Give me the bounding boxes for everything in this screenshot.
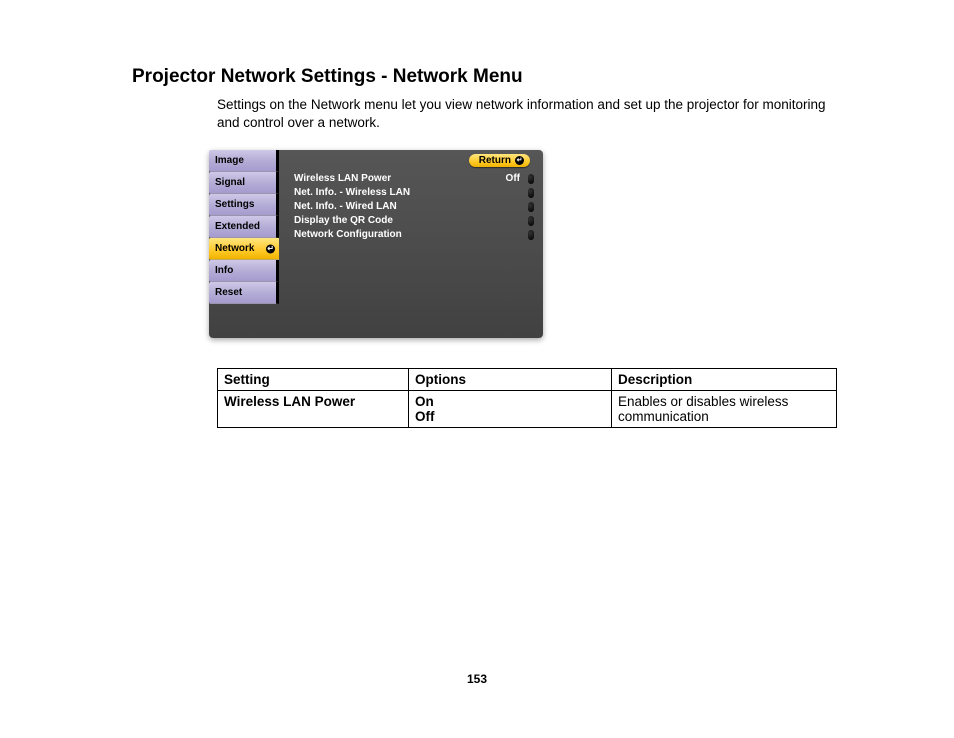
osd-tab-network[interactable]: Network xyxy=(209,238,279,260)
osd-panel: Return ↵ Wireless LAN Power Off Net. Inf… xyxy=(294,164,530,242)
osd-item-netinfo-wireless[interactable]: Net. Info. - Wireless LAN xyxy=(294,186,530,200)
page-number: 153 xyxy=(0,672,954,686)
osd-item-label: Display the QR Code xyxy=(294,214,393,228)
osd-item-label: Net. Info. - Wired LAN xyxy=(294,200,397,214)
osd-tab-extended[interactable]: Extended xyxy=(209,216,279,238)
th-description: Description xyxy=(612,369,837,391)
enter-icon: ↵ xyxy=(515,156,524,165)
settings-table: Setting Options Description Wireless LAN… xyxy=(217,368,837,428)
osd-item-netinfo-wired[interactable]: Net. Info. - Wired LAN xyxy=(294,200,530,214)
osd-item-label: Network Configuration xyxy=(294,228,402,242)
cell-options: On Off xyxy=(409,391,612,428)
osd-item-qr-code[interactable]: Display the QR Code xyxy=(294,214,530,228)
osd-item-value: Off xyxy=(506,172,520,186)
osd-tab-reset[interactable]: Reset xyxy=(209,282,279,304)
option-on: On xyxy=(415,394,605,409)
osd-item-label: Net. Info. - Wireless LAN xyxy=(294,186,410,200)
cell-description: Enables or disables wireless communicati… xyxy=(612,391,837,428)
osd-return-button[interactable]: Return ↵ xyxy=(469,154,530,167)
osd-item-network-config[interactable]: Network Configuration xyxy=(294,228,530,242)
intro-paragraph: Settings on the Network menu let you vie… xyxy=(217,96,837,132)
osd-tab-settings[interactable]: Settings xyxy=(209,194,279,216)
osd-item-wireless-lan-power[interactable]: Wireless LAN Power Off xyxy=(294,172,530,186)
th-options: Options xyxy=(409,369,612,391)
osd-tab-signal[interactable]: Signal xyxy=(209,172,279,194)
osd-sidebar: Image Signal Settings Extended Network I… xyxy=(209,150,279,304)
table-row: Wireless LAN Power On Off Enables or dis… xyxy=(218,391,837,428)
page-heading: Projector Network Settings - Network Men… xyxy=(132,66,844,88)
osd-tab-image[interactable]: Image xyxy=(209,150,279,172)
table-header-row: Setting Options Description xyxy=(218,369,837,391)
option-off: Off xyxy=(415,409,605,424)
return-label: Return xyxy=(479,155,511,166)
cell-setting: Wireless LAN Power xyxy=(218,391,409,428)
osd-item-label: Wireless LAN Power xyxy=(294,172,391,186)
th-setting: Setting xyxy=(218,369,409,391)
osd-tab-info[interactable]: Info xyxy=(209,260,279,282)
projector-osd-screenshot: Image Signal Settings Extended Network I… xyxy=(209,150,543,338)
